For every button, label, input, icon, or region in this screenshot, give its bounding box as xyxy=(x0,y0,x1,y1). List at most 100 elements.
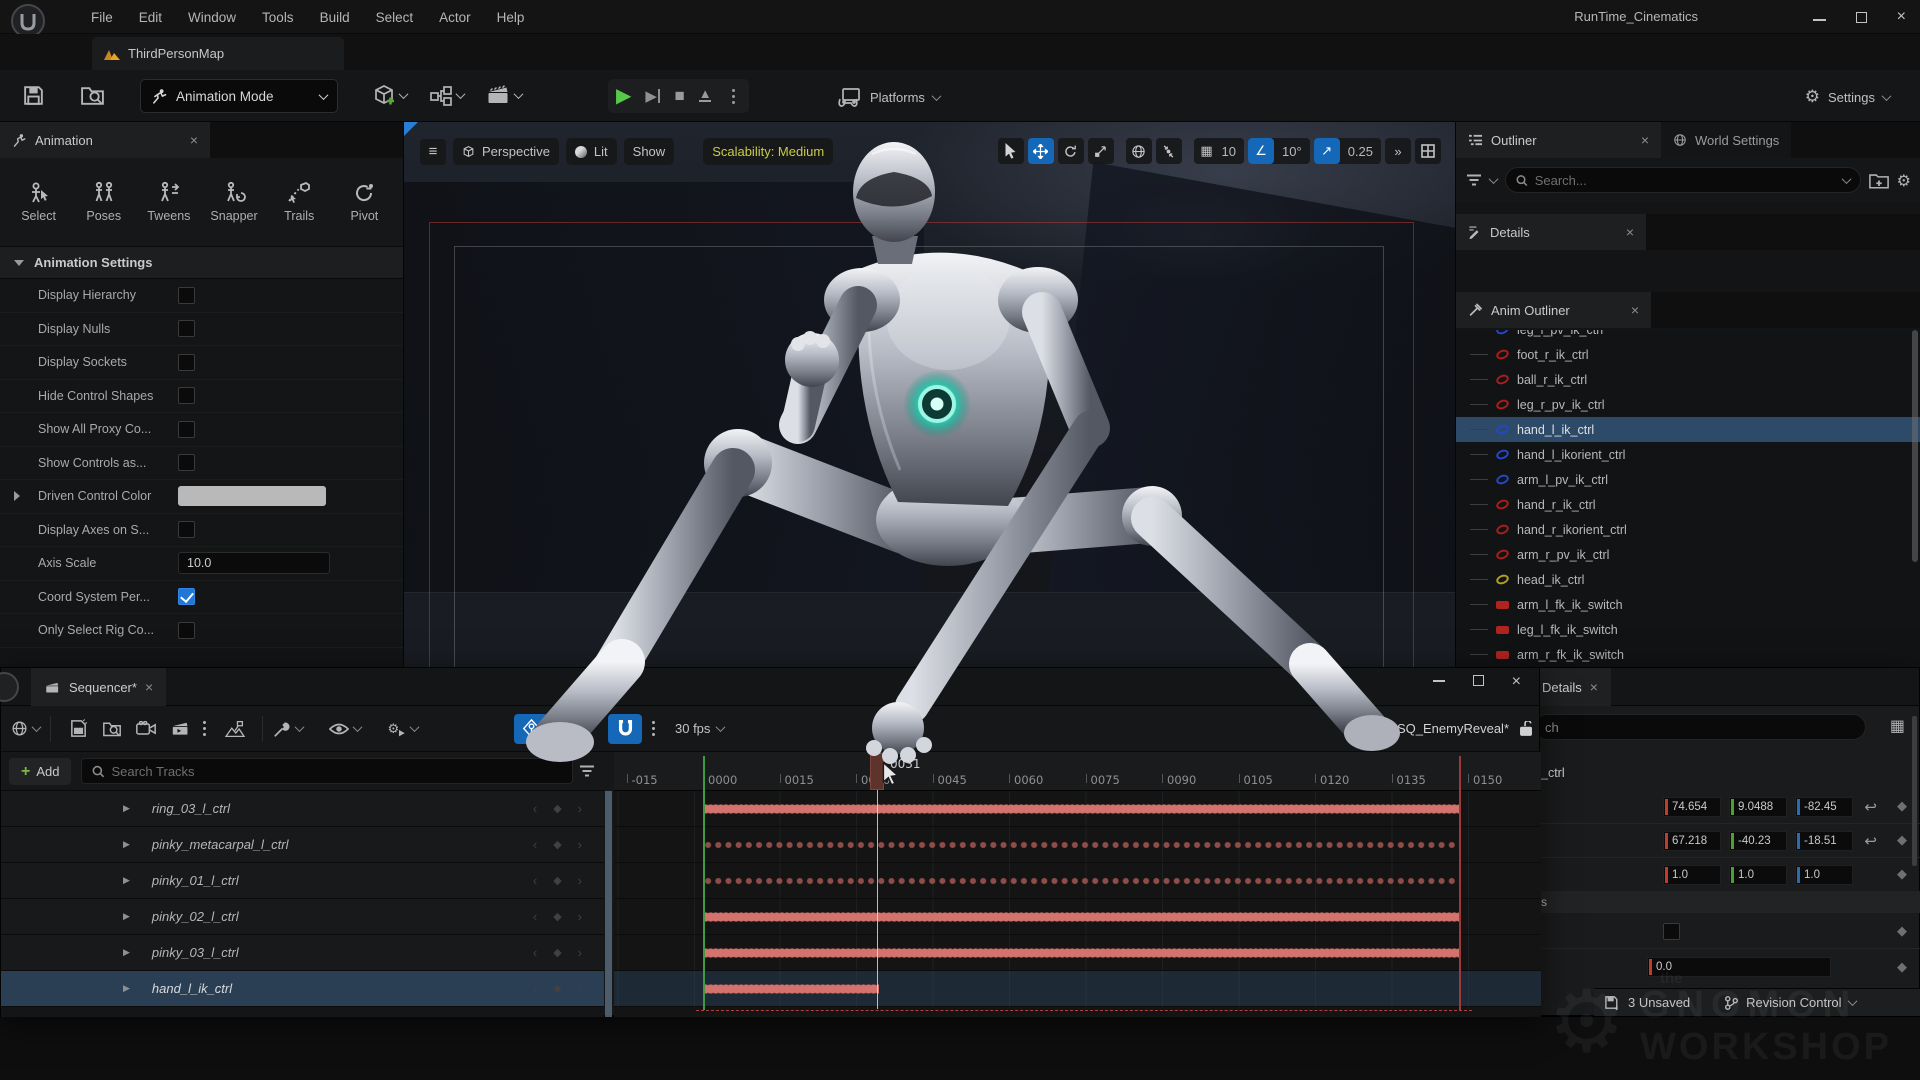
tool-pivot[interactable]: Pivot xyxy=(333,181,395,223)
next-key-icon[interactable]: › xyxy=(578,945,582,960)
keyframe-lane-pinky_02_l_ctrl[interactable] xyxy=(614,899,1541,935)
move-tool[interactable] xyxy=(1028,138,1054,164)
setting-checkbox[interactable] xyxy=(178,421,195,438)
expand-icon[interactable]: ▶ xyxy=(123,875,130,886)
expand-icon[interactable]: ▶ xyxy=(123,983,130,994)
playhead-marker[interactable] xyxy=(870,753,884,790)
prev-key-icon[interactable]: ‹ xyxy=(533,909,537,924)
perspective-dropdown[interactable]: Perspective xyxy=(453,138,559,165)
maximize-window-icon[interactable] xyxy=(1473,675,1484,686)
track-row-ring_03_l_ctrl[interactable]: ▶ring_03_l_ctrl‹◆› xyxy=(1,791,604,827)
axis-value-field[interactable]: -18.51 xyxy=(1795,831,1853,851)
setting-checkbox[interactable] xyxy=(178,387,195,404)
keyframe-nav[interactable]: ‹◆› xyxy=(533,909,582,924)
add-key-icon[interactable]: ◆ xyxy=(553,982,561,995)
tab-anim-outliner[interactable]: Anim Outliner × xyxy=(1456,292,1651,328)
keyframe-nav[interactable]: ‹◆› xyxy=(533,837,582,852)
color-swatch[interactable] xyxy=(178,486,326,506)
playback-start-marker[interactable] xyxy=(703,756,705,1010)
setting-checkbox[interactable] xyxy=(178,521,195,538)
anim-outliner-item[interactable]: hand_r_ikorient_ctrl xyxy=(1456,517,1920,542)
playback-options-dropdown[interactable]: ⚙ xyxy=(387,720,418,738)
menu-item-actor[interactable]: Actor xyxy=(426,0,484,34)
camera-icon[interactable] xyxy=(129,714,163,744)
animation-mode-dropdown[interactable]: Animation Mode xyxy=(140,79,338,113)
curve-edit-dropdown[interactable] xyxy=(560,720,590,738)
blueprints-dropdown[interactable] xyxy=(429,84,464,108)
world-dropdown[interactable] xyxy=(11,720,40,737)
anim-outliner-item[interactable]: arm_r_pv_ik_ctrl xyxy=(1456,542,1920,567)
playback-end-marker[interactable] xyxy=(1459,756,1461,1010)
add-key-icon[interactable]: ◆ xyxy=(553,874,561,887)
expand-icon[interactable] xyxy=(14,491,20,501)
close-icon[interactable]: × xyxy=(1590,680,1598,694)
scrollbar[interactable] xyxy=(1912,716,1917,866)
close-icon[interactable]: × xyxy=(1626,225,1634,239)
prev-key-icon[interactable]: ‹ xyxy=(533,945,537,960)
add-track-button[interactable]: + Add xyxy=(9,758,71,785)
outliner-search[interactable] xyxy=(1505,167,1861,193)
keyframe-lane-pinky_03_l_ctrl[interactable] xyxy=(614,935,1541,971)
minimize-window-icon[interactable] xyxy=(1433,673,1445,682)
menu-item-window[interactable]: Window xyxy=(175,0,249,34)
maximize-viewport-button[interactable] xyxy=(1415,138,1441,164)
keyframe-nav[interactable]: ‹◆› xyxy=(533,873,582,888)
value-field[interactable]: 0.0 xyxy=(1647,957,1831,977)
track-row-hand_l_ik_ctrl[interactable]: ▶hand_l_ik_ctrl‹◆› xyxy=(1,971,604,1007)
show-dropdown[interactable]: Show xyxy=(624,138,675,165)
close-icon[interactable]: × xyxy=(1641,133,1649,147)
browse-sequence-icon[interactable] xyxy=(95,714,129,744)
tab-sequencer[interactable]: Sequencer* × xyxy=(31,668,166,706)
setting-number-input[interactable]: 10.0 xyxy=(178,552,330,574)
setting-checkbox[interactable] xyxy=(178,622,195,639)
close-icon[interactable]: × xyxy=(1631,303,1639,317)
keyframe-diamond-icon[interactable]: ◆ xyxy=(1897,924,1907,939)
anim-outliner-item[interactable]: leg_l_fk_ik_switch xyxy=(1456,617,1920,642)
tab-animation[interactable]: Animation × xyxy=(0,122,210,158)
close-icon[interactable]: × xyxy=(190,133,198,147)
grid-snap-control[interactable]: ▦ 10 xyxy=(1194,138,1244,164)
sequence-name[interactable]: SQ_EnemyReveal* xyxy=(1397,721,1509,736)
fps-dropdown[interactable]: 30 fps xyxy=(675,721,724,736)
expand-icon[interactable]: ▶ xyxy=(123,911,130,922)
snap-options-icon[interactable] xyxy=(652,727,655,730)
tool-tweens[interactable]: Tweens xyxy=(138,181,200,223)
tool-trails[interactable]: Trails xyxy=(268,181,330,223)
axis-value-field[interactable]: -82.45 xyxy=(1795,797,1853,817)
lock-icon[interactable] xyxy=(1519,721,1533,737)
scale-tool[interactable] xyxy=(1088,138,1114,164)
track-row-pinky_01_l_ctrl[interactable]: ▶pinky_01_l_ctrl‹◆› xyxy=(1,863,604,899)
setting-checkbox[interactable] xyxy=(178,454,195,471)
tool-select[interactable]: Select xyxy=(8,181,70,223)
expand-icon[interactable]: ▶ xyxy=(123,803,130,814)
tab-details-lower[interactable]: Details × xyxy=(1529,668,1611,706)
axis-value-field[interactable]: 1.0 xyxy=(1795,865,1853,885)
expand-icon[interactable]: ▶ xyxy=(123,947,130,958)
rotate-tool[interactable] xyxy=(1058,138,1084,164)
property-checkbox[interactable] xyxy=(1663,923,1680,940)
setting-checkbox[interactable] xyxy=(178,320,195,337)
tab-outliner[interactable]: Outliner × xyxy=(1456,122,1661,158)
menu-item-tools[interactable]: Tools xyxy=(249,0,307,34)
settings-dropdown[interactable]: ⚙ Settings xyxy=(1805,87,1890,107)
anim-outliner-item[interactable]: leg_r_pv_ik_ctrl xyxy=(1456,392,1920,417)
play-button[interactable]: ▶ xyxy=(616,86,631,106)
next-key-icon[interactable]: › xyxy=(578,909,582,924)
viewport[interactable]: ≡ Perspective Lit Show Scalability: Medi… xyxy=(404,122,1455,667)
menu-item-edit[interactable]: Edit xyxy=(126,0,175,34)
add-key-icon[interactable]: ◆ xyxy=(553,946,561,959)
step-forward-button[interactable]: ▶ xyxy=(645,87,660,105)
keyframe-lane-pinky_metacarpal_l_ctrl[interactable] xyxy=(614,827,1541,863)
setting-checkbox[interactable] xyxy=(178,287,195,304)
keyframe-nav[interactable]: ‹◆› xyxy=(533,981,582,996)
next-key-icon[interactable]: › xyxy=(578,801,582,816)
anim-outliner-item[interactable]: ball_r_ik_ctrl xyxy=(1456,367,1920,392)
revert-icon[interactable]: ↩ xyxy=(1864,832,1877,850)
display-filter-icon[interactable]: ▦ xyxy=(1890,716,1905,735)
track-row-pinky_03_l_ctrl[interactable]: ▶pinky_03_l_ctrl‹◆› xyxy=(1,935,604,971)
keyframe-lane-pinky_01_l_ctrl[interactable] xyxy=(614,863,1541,899)
expand-icon[interactable]: ▶ xyxy=(123,839,130,850)
actions-dropdown[interactable] xyxy=(273,720,303,738)
track-row-pinky_metacarpal_l_ctrl[interactable]: ▶pinky_metacarpal_l_ctrl‹◆› xyxy=(1,827,604,863)
outliner-search-input[interactable] xyxy=(1535,173,1836,188)
